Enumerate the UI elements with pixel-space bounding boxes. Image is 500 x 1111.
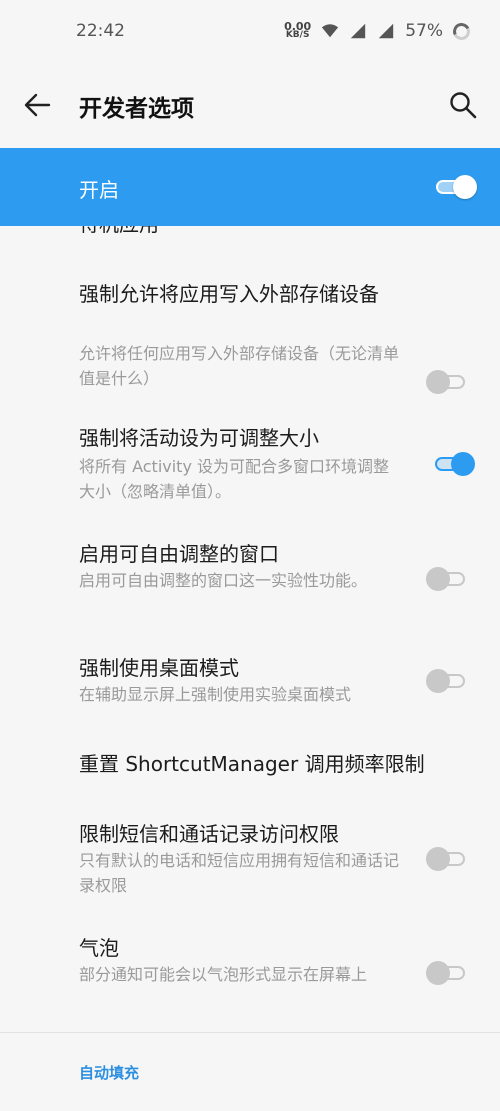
master-switch-bar[interactable]: 开启 <box>0 148 500 226</box>
list-item-subtitle: 启用可自由调整的窗口这一实验性功能。 <box>79 571 368 590</box>
signal-icon-2 <box>379 23 394 39</box>
back-arrow-icon[interactable] <box>22 90 52 120</box>
list-item-reset-shortcut-manager[interactable]: 重置 ShortcutManager 调用频率限制 <box>0 748 500 788</box>
list-item-subtitle: 允许将任何应用写入外部存储设备（无论清单值是什么） <box>79 344 400 388</box>
status-time: 22:42 <box>76 21 125 41</box>
list-item-desktop-mode[interactable]: 强制使用桌面模式 在辅助显示屏上强制使用实验桌面模式 <box>0 652 500 722</box>
toggle-thumb <box>426 567 450 591</box>
status-icons: 0.00 KB/S 57% <box>284 20 473 42</box>
search-icon[interactable] <box>448 90 478 120</box>
section-header-autofill: 自动填充 <box>79 1064 140 1082</box>
list-item-title: 重置 ShortcutManager 调用频率限制 <box>79 752 425 776</box>
wifi-icon <box>322 24 339 38</box>
toggle-thumb <box>426 370 450 394</box>
toggle-thumb <box>451 452 475 476</box>
battery-icon <box>450 20 473 42</box>
list-item-bubbles[interactable]: 气泡 部分通知可能会以气泡形式显示在屏幕上 <box>0 932 500 1022</box>
page-title: 开发者选项 <box>79 96 194 122</box>
list-item-force-external-storage[interactable]: 强制允许将应用写入外部存储设备 允许将任何应用写入外部存储设备（无论清单值是什么… <box>0 274 500 398</box>
net-speed: 0.00 KB/S <box>284 21 311 40</box>
toggle-restrict-sms-call-log[interactable] <box>426 847 466 871</box>
toggle-thumb <box>453 175 477 199</box>
toggle-freeform-windows[interactable] <box>426 567 466 591</box>
settings-list: 待机应用 强制允许将应用写入外部存储设备 允许将任何应用写入外部存储设备（无论清… <box>0 226 500 1032</box>
list-item-force-resizable[interactable]: 强制将活动设为可调整大小 将所有 Activity 设为可配合多窗口环境调整大小… <box>0 420 500 520</box>
app-bar: 开发者选项 <box>0 62 500 148</box>
list-item-title: 启用可自由调整的窗口 <box>79 542 279 566</box>
net-speed-unit: KB/S <box>285 30 310 40</box>
toggle-thumb <box>426 847 450 871</box>
toggle-bubbles[interactable] <box>426 961 466 985</box>
toggle-force-resizable[interactable] <box>434 452 475 476</box>
list-item-subtitle: 部分通知可能会以气泡形式显示在屏幕上 <box>79 965 368 984</box>
list-item-title: 气泡 <box>79 936 119 960</box>
list-item-freeform-windows[interactable]: 启用可自由调整的窗口 启用可自由调整的窗口这一实验性功能。 <box>0 538 500 628</box>
status-bar: 22:42 0.00 KB/S 57% <box>0 0 500 62</box>
list-item-title: 强制将活动设为可调整大小 <box>79 426 319 450</box>
list-item-title: 限制短信和通话记录访问权限 <box>79 822 339 846</box>
list-item-partial[interactable]: 待机应用 <box>79 226 159 237</box>
battery-percent: 57% <box>405 21 443 41</box>
signal-icon <box>351 23 366 39</box>
master-switch-toggle[interactable] <box>436 175 477 199</box>
section-divider <box>0 1032 500 1033</box>
master-switch-label: 开启 <box>79 178 119 202</box>
toggle-desktop-mode[interactable] <box>426 669 466 693</box>
list-item-subtitle: 将所有 Activity 设为可配合多窗口环境调整大小（忽略清单值）。 <box>79 457 390 501</box>
toggle-thumb <box>426 961 450 985</box>
list-item-restrict-sms-call-log[interactable]: 限制短信和通话记录访问权限 只有默认的电话和短信应用拥有短信和通话记录权限 <box>0 818 500 908</box>
toggle-thumb <box>426 669 450 693</box>
list-item-title: 强制允许将应用写入外部存储设备 <box>79 282 379 306</box>
list-item-subtitle: 在辅助显示屏上强制使用实验桌面模式 <box>79 685 352 704</box>
list-item-title: 强制使用桌面模式 <box>79 656 239 680</box>
list-item-subtitle: 只有默认的电话和短信应用拥有短信和通话记录权限 <box>79 851 400 895</box>
toggle-force-external-storage[interactable] <box>426 370 466 394</box>
